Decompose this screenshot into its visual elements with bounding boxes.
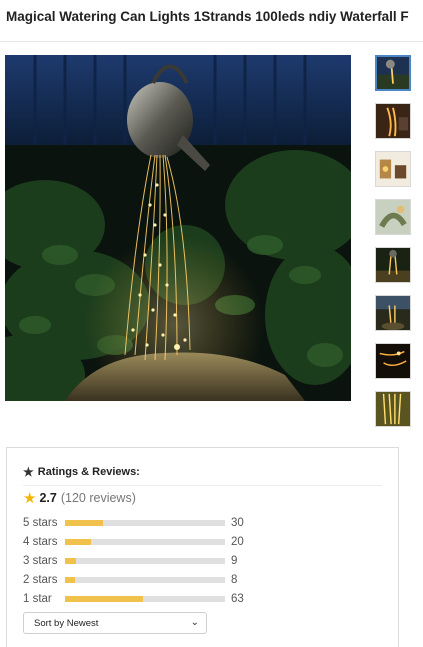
thumbnail-8[interactable]	[375, 391, 411, 427]
thumb-image-7-icon	[376, 344, 410, 378]
rating-label: 4 stars	[23, 536, 58, 548]
thumb-image-1-icon	[377, 57, 409, 89]
rating-bar-fill	[65, 539, 91, 545]
rating-count: 30	[231, 517, 244, 529]
average-rating: ★ 2.7 (120 reviews)	[23, 489, 136, 507]
thumb-image-4-icon	[376, 200, 410, 234]
rating-row-3[interactable]: 3 stars 9	[23, 553, 253, 569]
thumb-image-3-icon	[376, 152, 410, 186]
star-icon: ★	[23, 465, 34, 479]
rating-bar	[65, 520, 225, 526]
thumbnail-3[interactable]	[375, 151, 411, 187]
average-score: 2.7	[39, 491, 57, 505]
rating-row-4[interactable]: 4 stars 20	[23, 534, 253, 550]
thumbnail-4[interactable]	[375, 199, 411, 235]
rating-count: 20	[231, 536, 244, 548]
sort-select[interactable]: Sort by Newest ⌄	[23, 612, 207, 634]
rating-label: 1 star	[23, 593, 52, 605]
thumbnail-2[interactable]	[375, 103, 411, 139]
gold-star-icon: ★	[23, 490, 37, 507]
rating-row-2[interactable]: 2 stars 8	[23, 572, 253, 588]
thumb-image-8-icon	[376, 392, 410, 426]
thumb-image-6-icon	[376, 296, 410, 330]
rating-bar	[65, 558, 225, 564]
reviews-heading: ★ Ratings & Reviews:	[23, 465, 140, 479]
main-product-image[interactable]	[5, 55, 351, 401]
rating-row-5[interactable]: 5 stars 30	[23, 515, 253, 531]
rating-bar-fill	[65, 577, 75, 583]
reviews-divider	[23, 485, 382, 486]
rating-bar-fill	[65, 520, 104, 526]
thumb-image-5-icon	[376, 248, 410, 282]
rating-row-1[interactable]: 1 star 63	[23, 591, 253, 607]
rating-count: 63	[231, 593, 244, 605]
thumbnail-5[interactable]	[375, 247, 411, 283]
rating-label: 2 stars	[23, 574, 58, 586]
product-title: Magical Watering Can Lights 1Strands 100…	[6, 9, 409, 24]
thumb-image-2-icon	[376, 104, 410, 138]
rating-count: 9	[231, 555, 238, 567]
thumbnail-6[interactable]	[375, 295, 411, 331]
sort-selected-label: Sort by Newest	[34, 617, 99, 629]
thumbnail-1[interactable]	[375, 55, 411, 91]
title-divider	[0, 41, 423, 42]
rating-bar	[65, 577, 225, 583]
rating-label: 5 stars	[23, 517, 58, 529]
rating-label: 3 stars	[23, 555, 58, 567]
reviews-heading-label: Ratings & Reviews:	[37, 466, 140, 478]
rating-bar	[65, 539, 225, 545]
thumbnail-7[interactable]	[375, 343, 411, 379]
rating-bar	[65, 596, 225, 602]
rating-bar-fill	[65, 596, 144, 602]
ratings-reviews-panel: ★ Ratings & Reviews: ★ 2.7 (120 reviews)…	[6, 447, 399, 647]
chevron-down-icon: ⌄	[190, 617, 199, 628]
rating-count: 8	[231, 574, 238, 586]
rating-bar-fill	[65, 558, 77, 564]
review-count: (120 reviews)	[60, 491, 136, 505]
